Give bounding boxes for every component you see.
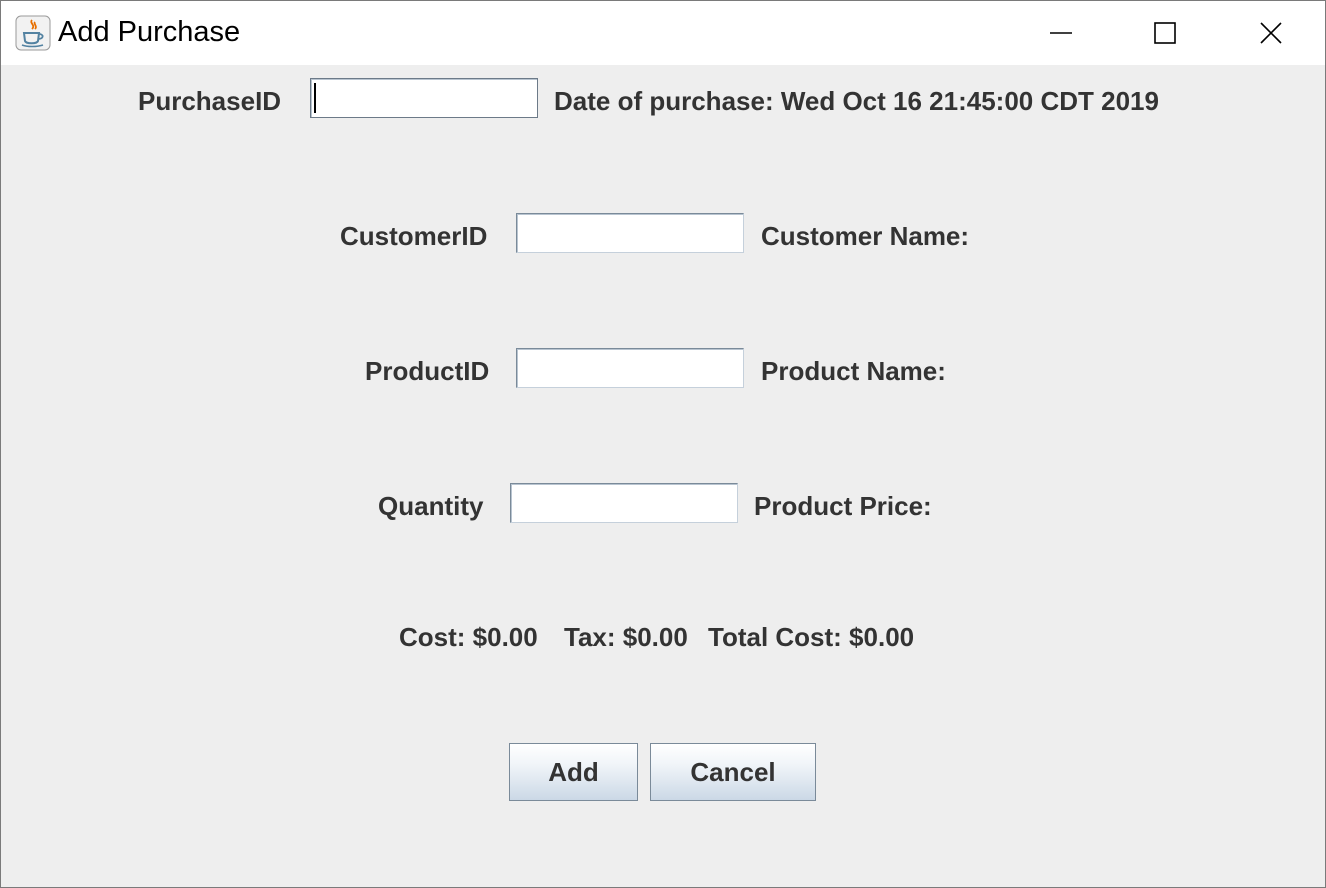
product-price-label: Product Price:	[754, 491, 932, 521]
date-of-purchase-label: Date of purchase: Wed Oct 16 21:45:00 CD…	[554, 86, 1159, 116]
add-button[interactable]: Add	[509, 743, 638, 801]
close-button[interactable]	[1219, 1, 1323, 65]
product-id-input[interactable]	[516, 348, 744, 388]
quantity-label: Quantity	[378, 491, 484, 521]
maximize-button[interactable]	[1113, 1, 1217, 65]
customer-name-label: Customer Name:	[761, 221, 970, 251]
maximize-icon	[1154, 22, 1176, 44]
customer-id-input[interactable]	[516, 213, 744, 253]
window-title: Add Purchase	[58, 16, 241, 48]
minimize-icon	[1050, 22, 1072, 44]
cancel-button[interactable]: Cancel	[650, 743, 816, 801]
text-caret	[314, 83, 316, 113]
form-panel: PurchaseID Date of purchase: Wed Oct 16 …	[1, 65, 1325, 887]
cost-label: Cost: $0.00	[399, 622, 538, 652]
product-id-label: ProductID	[365, 356, 490, 386]
java-icon	[15, 15, 51, 51]
purchase-id-input[interactable]	[310, 78, 538, 118]
title-bar[interactable]: Add Purchase	[1, 1, 1325, 65]
minimize-button[interactable]	[1009, 1, 1113, 65]
purchase-id-label: PurchaseID	[138, 86, 282, 116]
customer-id-label: CustomerID	[340, 221, 488, 251]
total-cost-label: Total Cost: $0.00	[708, 622, 915, 652]
close-icon	[1260, 22, 1282, 44]
quantity-input[interactable]	[510, 483, 738, 523]
tax-label: Tax: $0.00	[564, 622, 688, 652]
product-name-label: Product Name:	[761, 356, 946, 386]
add-purchase-dialog: Add Purchase PurchaseID Date of purchase…	[0, 0, 1326, 888]
